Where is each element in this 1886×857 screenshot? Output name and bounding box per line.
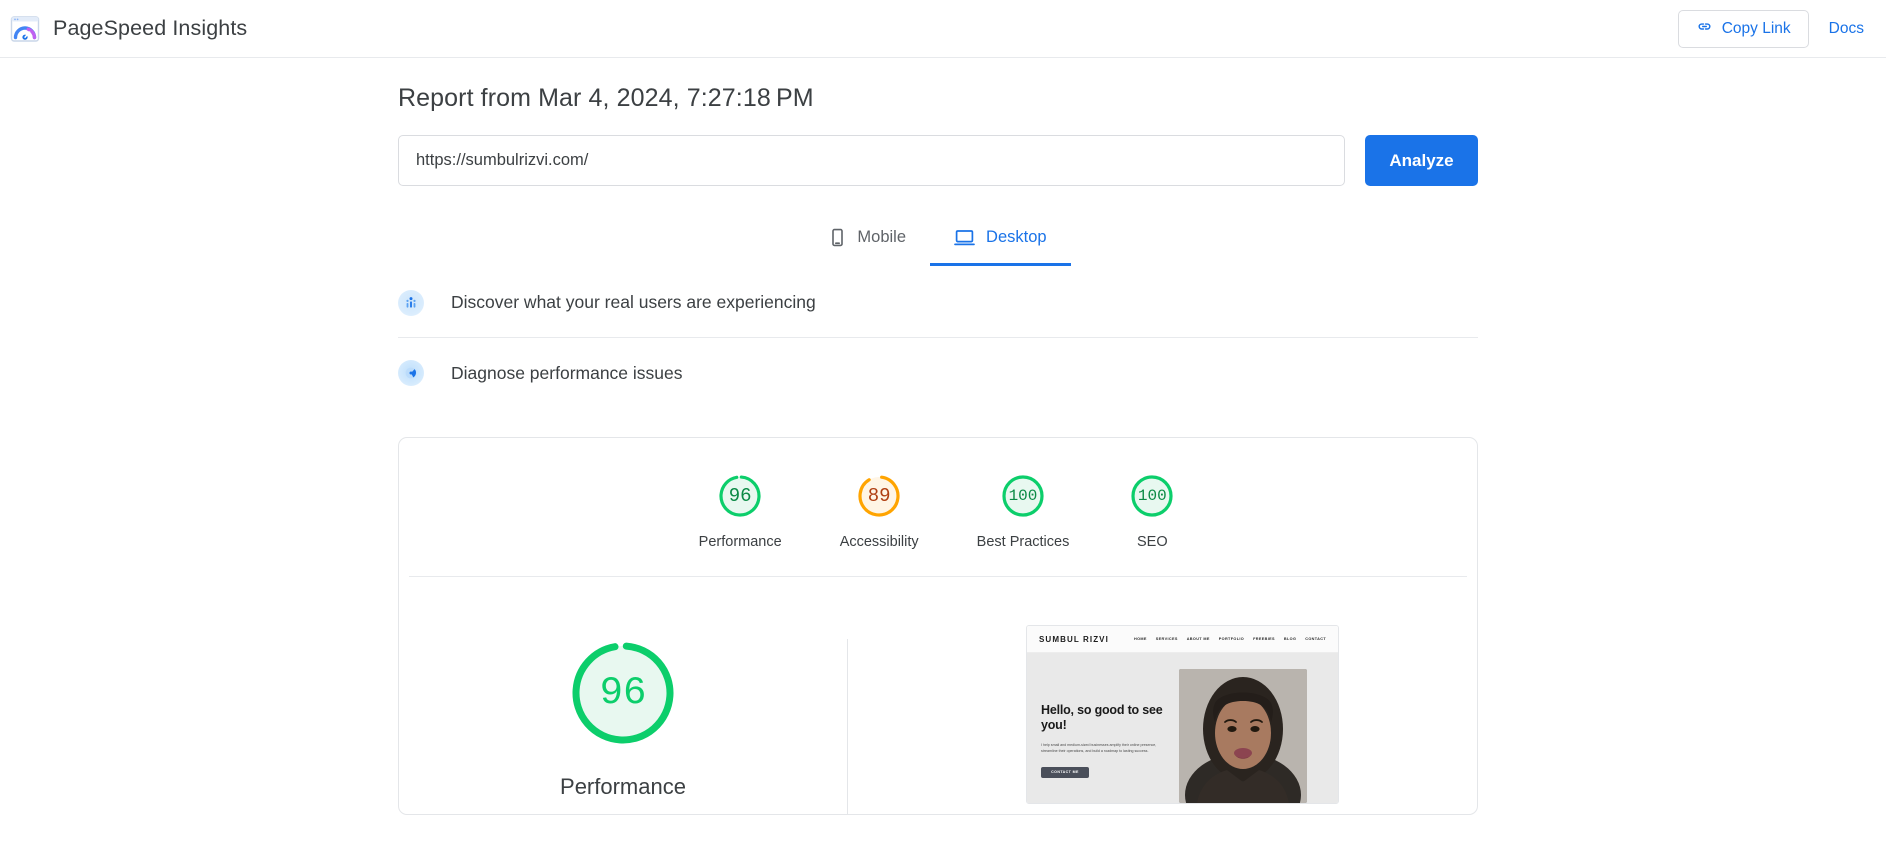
gauge-best-practices-value: 100	[1008, 487, 1038, 505]
thumbnail-nav-about-me: ABOUT ME	[1186, 637, 1210, 641]
thumbnail-hero-subtitle: I help small and medium-sized businesses…	[1041, 742, 1157, 754]
thumbnail-hero-copy: Hello, so good to see you! I help small …	[1041, 669, 1169, 803]
site-screenshot-thumbnail[interactable]: SUMBUL RIZVI HOME SERVICES ABOUT ME PORT…	[1026, 625, 1339, 804]
url-form: Analyze	[398, 135, 1478, 186]
thumbnail-site-nav: SUMBUL RIZVI HOME SERVICES ABOUT ME PORT…	[1027, 626, 1338, 653]
site-screenshot-panel: SUMBUL RIZVI HOME SERVICES ABOUT ME PORT…	[848, 625, 1477, 804]
form-factor-tabs: Mobile Desktop	[398, 212, 1478, 268]
thumbnail-nav-services: SERVICES	[1155, 637, 1178, 641]
field-data-icon	[398, 289, 424, 316]
analyze-button[interactable]: Analyze	[1365, 135, 1478, 186]
section-discover-real-users[interactable]: Discover what your real users are experi…	[398, 268, 1478, 338]
thumbnail-hero: Hello, so good to see you! I help small …	[1027, 653, 1338, 803]
gauge-seo: 100	[1127, 471, 1177, 521]
tab-mobile[interactable]: Mobile	[805, 212, 930, 266]
thumbnail-nav-freebies: FREEBIES	[1253, 637, 1275, 641]
thumbnail-nav-contact: CONTACT	[1305, 637, 1326, 641]
score-accessibility-label: Accessibility	[839, 534, 919, 550]
score-performance-label: Performance	[698, 534, 782, 550]
desktop-icon	[954, 228, 975, 247]
score-performance[interactable]: 96 Performance	[699, 471, 782, 550]
thumbnail-contact-me-button: CONTACT ME	[1041, 766, 1089, 778]
thumbnail-site-brand: SUMBUL RIZVI	[1039, 634, 1109, 644]
gauge-performance-large: 96	[567, 637, 679, 749]
copy-link-label: Copy Link	[1721, 19, 1791, 37]
link-icon	[1696, 18, 1713, 40]
performance-detail: 96 Performance SUMBUL RIZVI HOME SERVICE…	[399, 577, 1477, 814]
lab-data-icon	[398, 360, 424, 386]
mobile-icon	[829, 228, 846, 247]
score-seo[interactable]: 100 SEO	[1127, 471, 1177, 550]
section-diagnose-label: Diagnose performance issues	[451, 362, 683, 383]
gauge-performance-large-value: 96	[599, 671, 647, 715]
performance-gauge-panel: 96 Performance	[399, 625, 847, 800]
section-diagnose-performance[interactable]: Diagnose performance issues	[398, 338, 1478, 408]
score-seo-label: SEO	[1137, 534, 1168, 550]
tab-mobile-label: Mobile	[857, 228, 907, 246]
gauge-accessibility: 89	[854, 471, 904, 521]
tab-desktop[interactable]: Desktop	[930, 212, 1071, 266]
app-bar-actions: Copy Link Docs	[1677, 9, 1864, 48]
page-body: Report from Mar 4, 2024, 7:27:18 PM Anal…	[0, 58, 1886, 815]
url-input[interactable]	[398, 135, 1345, 186]
app-bar: PageSpeed Insights Copy Link Docs	[0, 0, 1886, 58]
score-best-practices[interactable]: 100 Best Practices	[976, 471, 1070, 550]
pagespeed-logo-icon	[10, 14, 40, 44]
section-discover-label: Discover what your real users are experi…	[451, 292, 816, 312]
app-title: PageSpeed Insights	[53, 16, 248, 40]
copy-link-button[interactable]: Copy Link	[1677, 9, 1809, 48]
gauge-accessibility-value: 89	[867, 485, 891, 507]
category-scores-row: 96 Performance 89 Accessibility 100 Best…	[409, 438, 1467, 577]
thumbnail-nav-portfolio: PORTFOLIO	[1218, 637, 1245, 641]
gauge-seo-value: 100	[1137, 487, 1167, 505]
tab-desktop-label: Desktop	[986, 228, 1047, 246]
thumbnail-nav-home: HOME	[1133, 637, 1147, 641]
thumbnail-hero-title: Hello, so good to see you!	[1041, 703, 1163, 732]
score-accessibility[interactable]: 89 Accessibility	[840, 471, 919, 550]
gauge-performance-value: 96	[728, 485, 752, 507]
performance-gauge-label: Performance	[560, 774, 686, 799]
thumbnail-nav-links: HOME SERVICES ABOUT ME PORTFOLIO FREEBIE…	[1134, 637, 1326, 641]
thumbnail-nav-blog: BLOG	[1283, 637, 1297, 641]
gauge-performance: 96	[715, 471, 765, 521]
page-title: Report from Mar 4, 2024, 7:27:18 PM	[398, 84, 814, 112]
thumbnail-portrait-photo	[1179, 669, 1307, 803]
gauge-best-practices: 100	[998, 471, 1048, 521]
results-card: 96 Performance 89 Accessibility 100 Best…	[398, 437, 1478, 815]
content-column: Report from Mar 4, 2024, 7:27:18 PM Anal…	[398, 84, 1478, 815]
score-best-practices-label: Best Practices	[976, 534, 1070, 550]
docs-link[interactable]: Docs	[1829, 20, 1864, 38]
brand[interactable]: PageSpeed Insights	[10, 14, 247, 44]
